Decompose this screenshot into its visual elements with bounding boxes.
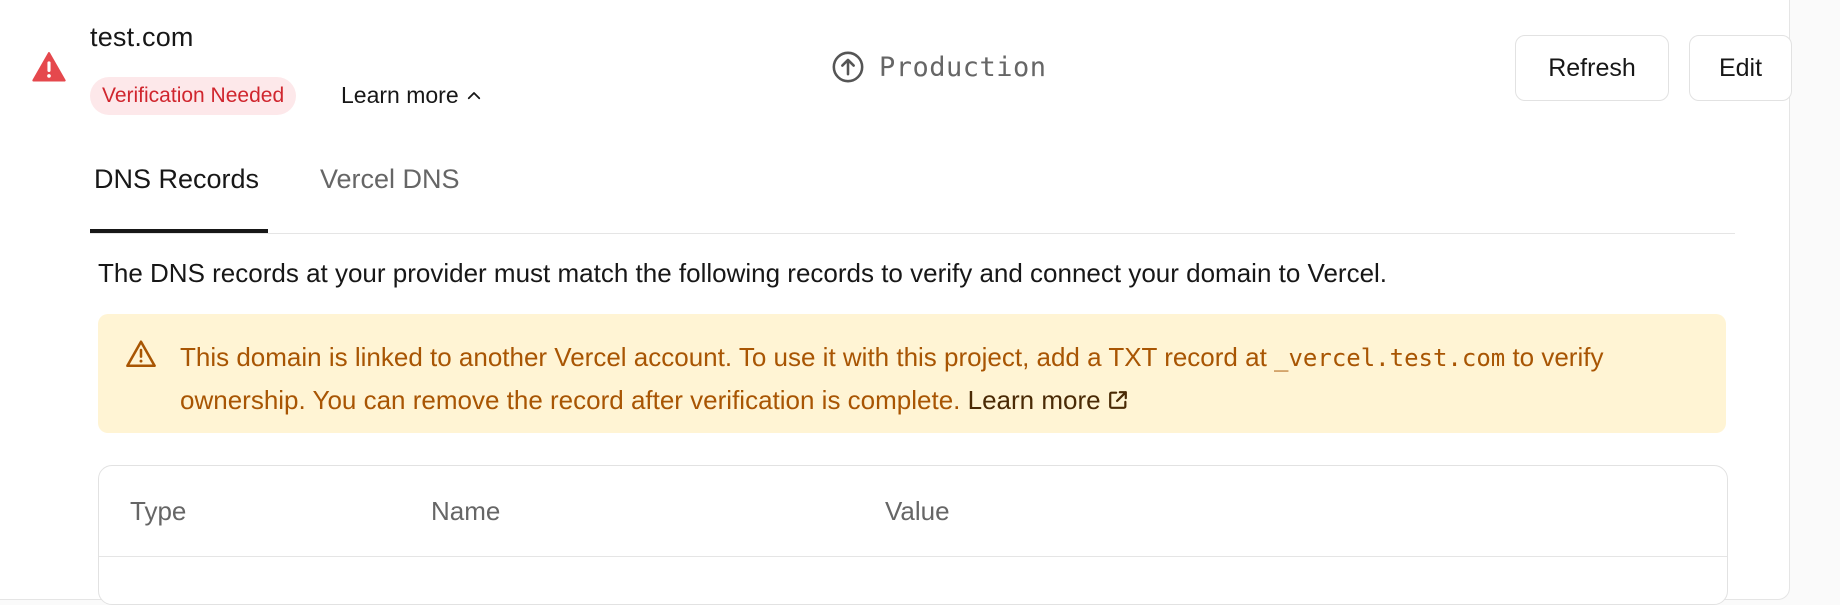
alert-message: This domain is linked to another Vercel … bbox=[180, 336, 1700, 421]
chevron-up-icon bbox=[467, 91, 480, 99]
environment-indicator: Production bbox=[831, 50, 1047, 84]
ownership-alert: This domain is linked to another Vercel … bbox=[98, 314, 1726, 433]
column-header-type: Type bbox=[130, 496, 187, 526]
domain-name[interactable]: test.com bbox=[90, 22, 194, 53]
status-badge: Verification Needed bbox=[90, 77, 297, 115]
active-tab-indicator bbox=[90, 229, 268, 233]
txt-record-host: _vercel.test.com bbox=[1274, 344, 1506, 372]
tab-vercel-dns[interactable]: Vercel DNS bbox=[320, 164, 460, 195]
column-header-name: Name bbox=[431, 496, 501, 526]
domain-header: test.com Verification Needed Learn more … bbox=[0, 0, 1792, 130]
alert-learn-more-link[interactable]: Learn more bbox=[968, 385, 1129, 415]
dns-description: The DNS records at your provider must ma… bbox=[98, 258, 1388, 288]
arrow-up-circle-icon bbox=[832, 51, 864, 83]
tab-dns-records[interactable]: DNS Records bbox=[94, 164, 259, 195]
refresh-button[interactable]: Refresh bbox=[1515, 35, 1669, 101]
table-header: Type Name Value bbox=[99, 466, 1727, 557]
alert-text-before: This domain is linked to another Vercel … bbox=[180, 342, 1275, 372]
learn-more-label: Learn more bbox=[341, 82, 459, 108]
warning-triangle-icon bbox=[126, 340, 156, 367]
learn-more-toggle[interactable]: Learn more bbox=[341, 82, 483, 109]
domain-card: test.com Verification Needed Learn more … bbox=[0, 0, 1792, 605]
edit-button[interactable]: Edit bbox=[1689, 35, 1792, 101]
column-header-value: Value bbox=[885, 496, 950, 526]
alert-learn-more-label: Learn more bbox=[967, 385, 1101, 415]
environment-label: Production bbox=[879, 51, 1047, 83]
tab-bar: DNS Records Vercel DNS bbox=[90, 150, 1735, 234]
warning-triangle-icon bbox=[32, 52, 66, 82]
dns-records-table: Type Name Value bbox=[98, 465, 1728, 605]
external-link-icon bbox=[1108, 391, 1127, 409]
